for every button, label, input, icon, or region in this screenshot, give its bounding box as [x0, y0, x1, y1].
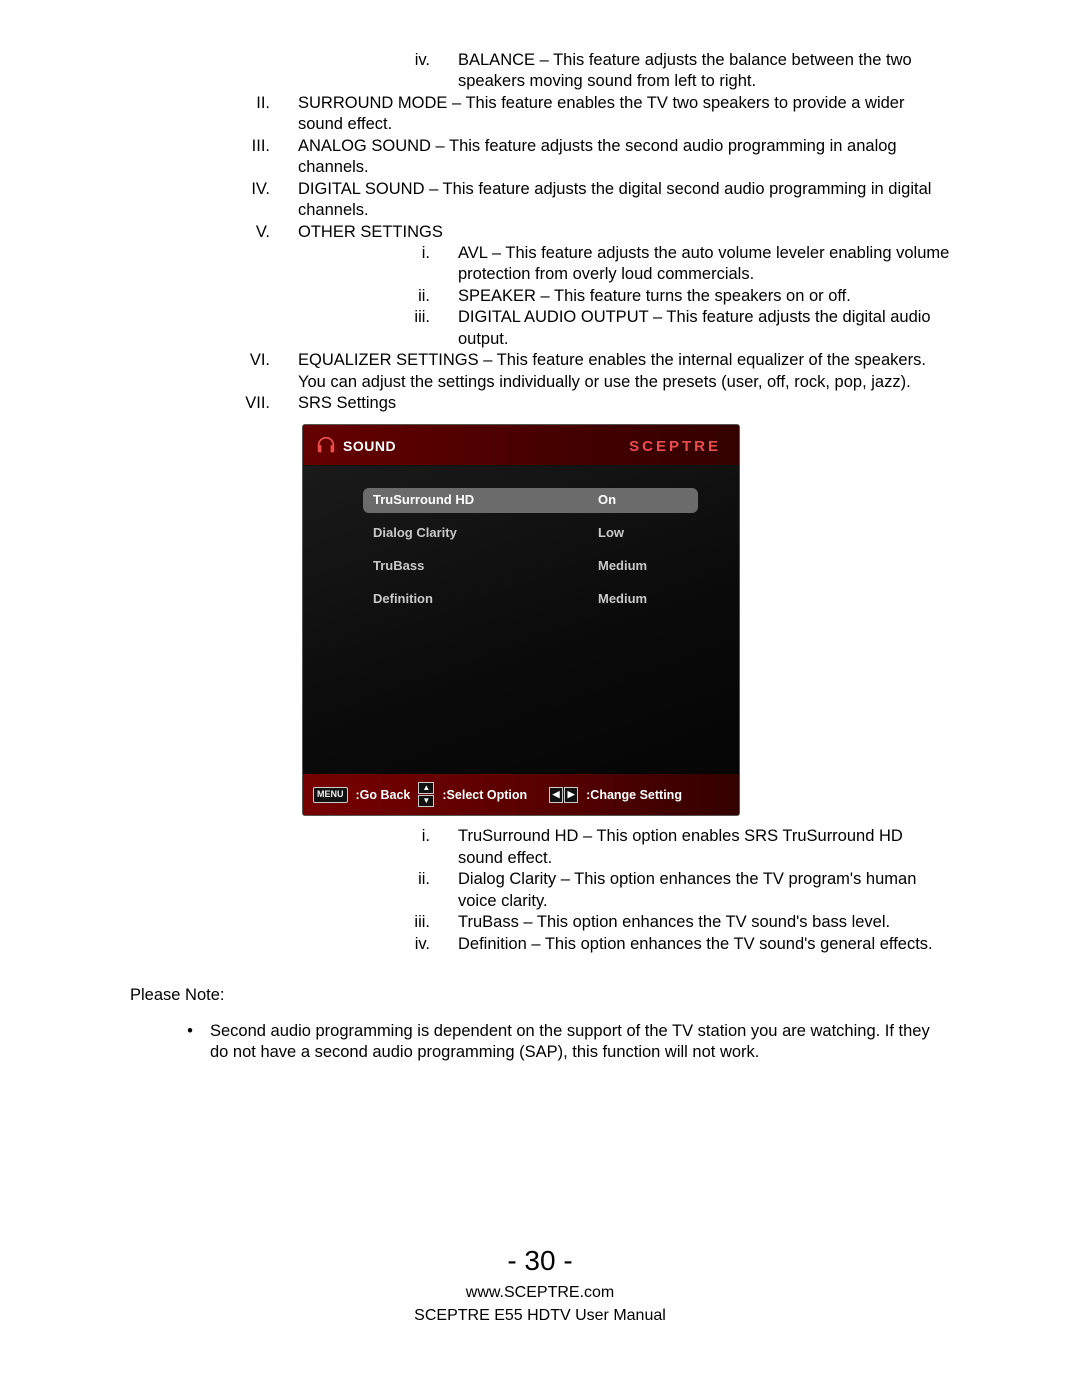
list-item: i. AVL – This feature adjusts the auto v… [370, 243, 950, 286]
option-label: TruSurround HD [363, 488, 588, 513]
list-item: iii. DIGITAL AUDIO OUTPUT – This feature… [370, 307, 950, 350]
list-number: iii. [370, 912, 458, 933]
osd-body: TruSurround HD On Dialog Clarity Low Tru… [303, 466, 739, 774]
list-text: ANALOG SOUND – This feature adjusts the … [298, 136, 950, 179]
list-number: IV. [210, 179, 298, 222]
list-item: VI. EQUALIZER SETTINGS – This feature en… [210, 350, 950, 393]
list-number: VII. [210, 393, 298, 414]
osd-option-trubass[interactable]: TruBass Medium [363, 550, 719, 583]
manual-page: iv. BALANCE – This feature adjusts the b… [0, 0, 1080, 1397]
list-item: III. ANALOG SOUND – This feature adjusts… [210, 136, 950, 179]
option-value: Medium [588, 587, 698, 612]
osd-title: SOUND [343, 437, 396, 455]
list-text: BALANCE – This feature adjusts the balan… [458, 50, 950, 93]
list-item: iv. BALANCE – This feature adjusts the b… [370, 50, 950, 93]
bullet-icon: • [170, 1021, 210, 1064]
list-number: iv. [370, 50, 458, 93]
list-text: SRS Settings [298, 393, 950, 414]
brand-logo: SCEPTRE [629, 437, 721, 457]
change-setting-label: :Change Setting [586, 787, 682, 803]
list-number: iii. [370, 307, 458, 350]
list-number: II. [210, 93, 298, 136]
list-number: V. [210, 222, 298, 243]
headphones-icon [315, 435, 337, 457]
list-item: i. TruSurround HD – This option enables … [370, 826, 950, 869]
list-text: EQUALIZER SETTINGS – This feature enable… [298, 350, 950, 393]
list-text: Dialog Clarity – This option enhances th… [458, 869, 950, 912]
list-item: V. OTHER SETTINGS [210, 222, 950, 243]
up-down-icon: ▲ ▼ [418, 782, 434, 807]
footer-url: www.SCEPTRE.com [0, 1282, 1080, 1304]
list-item: iv. Definition – This option enhances th… [370, 934, 950, 955]
option-label: TruBass [363, 554, 588, 579]
left-right-icon: ◀ ▶ [549, 787, 578, 803]
list-number: iv. [370, 934, 458, 955]
list-text: TruBass – This option enhances the TV so… [458, 912, 950, 933]
list-number: III. [210, 136, 298, 179]
list-item: IV. DIGITAL SOUND – This feature adjusts… [210, 179, 950, 222]
osd-option-trusurround[interactable]: TruSurround HD On [363, 484, 719, 517]
list-text: DIGITAL SOUND – This feature adjusts the… [298, 179, 950, 222]
option-label: Dialog Clarity [363, 521, 588, 546]
list-item: ii. Dialog Clarity – This option enhance… [370, 869, 950, 912]
option-value: Low [588, 521, 698, 546]
list-number: i. [370, 243, 458, 286]
note-text: Second audio programming is dependent on… [210, 1021, 950, 1064]
list-item: ii. SPEAKER – This feature turns the spe… [370, 286, 950, 307]
osd-panel: SOUND SCEPTRE TruSurround HD On Dialog C… [302, 424, 740, 816]
list-item: VII. SRS Settings [210, 393, 950, 414]
list-text: SURROUND MODE – This feature enables the… [298, 93, 950, 136]
note-bullet-item: • Second audio programming is dependent … [170, 1021, 950, 1064]
list-item: iii. TruBass – This option enhances the … [370, 912, 950, 933]
page-footer: - 30 - www.SCEPTRE.com SCEPTRE E55 HDTV … [0, 1241, 1080, 1327]
page-number: - 30 - [0, 1241, 1080, 1280]
option-value: Medium [588, 554, 698, 579]
list-number: VI. [210, 350, 298, 393]
osd-option-definition[interactable]: Definition Medium [363, 583, 719, 616]
osd-header: SOUND SCEPTRE [303, 425, 739, 466]
select-option-label: :Select Option [442, 787, 527, 803]
please-note-label: Please Note: [130, 985, 950, 1006]
option-label: Definition [363, 587, 588, 612]
list-text: DIGITAL AUDIO OUTPUT – This feature adju… [458, 307, 950, 350]
list-text: AVL – This feature adjusts the auto volu… [458, 243, 950, 286]
list-text: Definition – This option enhances the TV… [458, 934, 950, 955]
list-number: ii. [370, 286, 458, 307]
footer-model: SCEPTRE E55 HDTV User Manual [0, 1305, 1080, 1327]
osd-option-dialog-clarity[interactable]: Dialog Clarity Low [363, 517, 719, 550]
list-text: SPEAKER – This feature turns the speaker… [458, 286, 950, 307]
go-back-label: :Go Back [356, 787, 411, 803]
option-value: On [588, 488, 698, 513]
list-number: ii. [370, 869, 458, 912]
list-text: TruSurround HD – This option enables SRS… [458, 826, 950, 869]
list-item: II. SURROUND MODE – This feature enables… [210, 93, 950, 136]
menu-button-icon: MENU [313, 787, 348, 803]
list-number: i. [370, 826, 458, 869]
list-text: OTHER SETTINGS [298, 222, 950, 243]
osd-footer: MENU :Go Back ▲ ▼ :Select Option ◀ ▶ :Ch… [303, 774, 739, 815]
